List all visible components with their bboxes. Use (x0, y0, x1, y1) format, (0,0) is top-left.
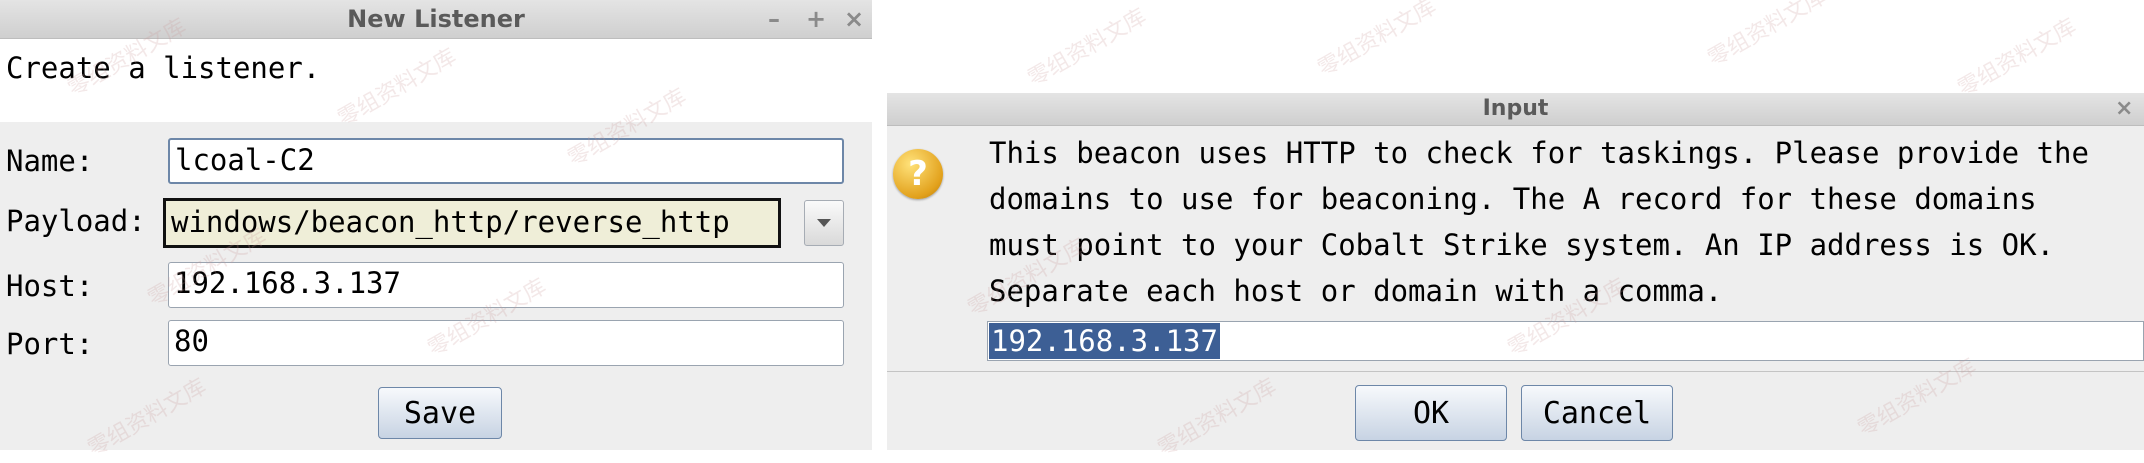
dialog-titlebar[interactable]: New Listener – + × (0, 0, 872, 39)
maximize-icon[interactable]: + (806, 0, 826, 38)
message-line: must point to your Cobalt Strike system.… (989, 228, 2055, 262)
message-line: Separate each host or domain with a comm… (989, 274, 1723, 308)
name-field[interactable]: lcoal-C2 (168, 138, 844, 184)
host-input[interactable]: 192.168.3.137 (987, 321, 2144, 361)
dialog-description: Create a listener. (6, 51, 321, 85)
description-pane: Create a listener. (0, 39, 872, 122)
cancel-button[interactable]: Cancel (1521, 385, 1673, 441)
dialog-titlebar[interactable]: Input × (887, 93, 2144, 126)
host-field[interactable]: 192.168.3.137 (168, 262, 844, 308)
message-line: domains to use for beaconing. The A reco… (989, 182, 2037, 216)
input-dialog: Input × ? This beacon uses HTTP to check… (887, 93, 2144, 450)
watermark: 零组资料文库 (1953, 14, 2081, 102)
dialog-title: New Listener (347, 5, 525, 33)
ok-button[interactable]: OK (1355, 385, 1507, 441)
dialog-title: Input (1482, 96, 1549, 121)
chevron-down-icon (817, 219, 831, 227)
watermark: 零组资料文库 (1703, 0, 1831, 72)
save-button[interactable]: Save (378, 387, 502, 439)
payload-label: Payload: (6, 204, 146, 238)
port-field[interactable]: 80 (168, 320, 844, 366)
watermark: 零组资料文库 (1023, 4, 1151, 92)
question-icon: ? (893, 149, 943, 199)
new-listener-dialog: New Listener – + × Create a listener. Na… (0, 0, 872, 450)
watermark: 零组资料文库 (1313, 0, 1441, 82)
message-line: This beacon uses HTTP to check for taski… (989, 136, 2089, 170)
close-icon[interactable]: × (844, 0, 864, 38)
name-label: Name: (6, 144, 94, 178)
payload-dropdown-button[interactable] (804, 200, 844, 246)
port-label: Port: (6, 327, 94, 361)
close-icon[interactable]: × (2115, 93, 2133, 125)
divider (887, 371, 2144, 372)
host-label: Host: (6, 269, 94, 303)
selected-input-text: 192.168.3.137 (989, 323, 1220, 359)
payload-select[interactable]: windows/beacon_http/reverse_http (163, 198, 781, 248)
minimize-icon[interactable]: – (768, 0, 780, 38)
